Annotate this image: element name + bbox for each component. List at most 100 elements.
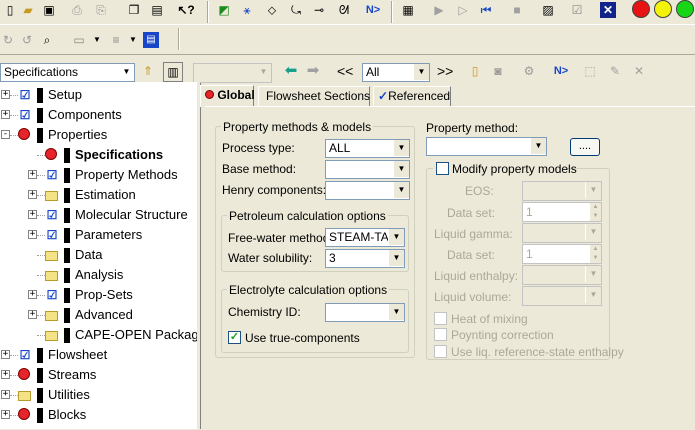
next-icon[interactable]: N> — [362, 2, 384, 18]
water-solubility-select[interactable]: 3 ▼ — [325, 249, 405, 268]
tree-item[interactable]: + ☑ Setup — [0, 85, 197, 105]
flowsheet-icon[interactable]: ⚹ — [239, 2, 255, 18]
tree-item[interactable]: CAPE-OPEN Package — [0, 325, 197, 345]
henry-components-select[interactable]: ▼ — [325, 181, 410, 200]
tree-item[interactable]: + ☑ Property Methods — [0, 165, 197, 185]
layout-icon[interactable]: ▭ — [71, 32, 87, 48]
exit-icon[interactable]: ✕ — [600, 2, 616, 18]
align-dropdown-icon[interactable]: ▼ — [125, 32, 141, 48]
spin-down-icon[interactable]: ▼ — [590, 212, 601, 221]
refresh-icon[interactable]: ↻ — [0, 32, 16, 48]
expand-icon[interactable]: + — [1, 90, 10, 99]
tree-item[interactable]: + Advanced — [0, 305, 197, 325]
collapse-icon[interactable]: - — [1, 130, 10, 139]
data-browser-icon[interactable]: ◩ — [216, 2, 232, 18]
navigation-tree[interactable]: + ☑ Setup + ☑ Components - Properties Specificat… — [0, 82, 197, 429]
cut-stream-icon[interactable]: ⬦ — [264, 2, 280, 18]
section-select[interactable]: ▼ — [193, 63, 272, 83]
tree-item[interactable]: - Properties — [0, 125, 197, 145]
eos-select[interactable]: ▼ — [522, 181, 602, 201]
tree-item[interactable]: + Utilities — [0, 385, 197, 405]
tree-item[interactable]: Analysis — [0, 265, 197, 285]
layout-dropdown-icon[interactable]: ▼ — [89, 32, 105, 48]
expand-icon[interactable]: + — [28, 290, 37, 299]
status-yellow-icon[interactable] — [654, 0, 672, 18]
expand-icon[interactable]: + — [1, 110, 10, 119]
open-icon[interactable]: ▰ — [20, 2, 36, 18]
undo-icon[interactable]: ↺ — [19, 32, 35, 48]
next-required-icon[interactable]: N> — [550, 63, 572, 79]
expand-icon[interactable]: + — [28, 310, 37, 319]
use-true-components-checkbox[interactable]: ✓ — [228, 331, 241, 344]
step-icon[interactable]: ▷ — [455, 2, 471, 18]
spin-up-icon[interactable]: ▲ — [590, 203, 601, 212]
stream-icon[interactable]: ⊸ — [311, 2, 327, 18]
liquid-volume-select[interactable]: ▼ — [522, 286, 602, 306]
status-green-icon[interactable] — [676, 0, 694, 18]
up-folder-icon[interactable]: ⇑ — [140, 63, 156, 79]
tree-item[interactable]: + Estimation — [0, 185, 197, 205]
expand-icon[interactable]: + — [1, 350, 10, 359]
table-icon[interactable]: ▤ — [143, 32, 159, 48]
free-water-select[interactable]: STEAM-TA ▼ — [325, 228, 405, 247]
paste-icon[interactable]: ▤ — [149, 2, 165, 18]
liquid-enthalpy-select[interactable]: ▼ — [522, 265, 602, 285]
run-icon[interactable]: ▶ — [431, 2, 447, 18]
tree-item[interactable]: + ☑ Prop-Sets — [0, 285, 197, 305]
filter-select[interactable]: All ▼ — [362, 63, 430, 82]
data-set-spinner[interactable]: 1 ▲ ▼ — [522, 202, 602, 222]
gear-icon[interactable]: ⚙ — [521, 63, 537, 79]
expand-icon[interactable]: + — [28, 170, 37, 179]
stop-icon[interactable]: ■ — [509, 2, 525, 18]
modify-property-models-checkbox[interactable] — [436, 162, 449, 175]
tab-referenced[interactable]: ✓Referenced — [373, 86, 451, 106]
base-method-select[interactable]: ▼ — [325, 160, 410, 179]
align-icon[interactable]: ≡ — [108, 32, 124, 48]
tree-item[interactable]: Specifications — [0, 145, 197, 165]
start-icon[interactable]: ⏮ — [478, 2, 494, 18]
form-select[interactable]: Specifications ▼ — [0, 63, 135, 82]
tree-item[interactable]: + ☑ Flowsheet — [0, 345, 197, 365]
tree-item[interactable]: + ☑ Molecular Structure — [0, 205, 197, 225]
expand-icon[interactable]: + — [1, 390, 10, 399]
tree-item[interactable]: + Streams — [0, 365, 197, 385]
expand-icon[interactable]: + — [1, 410, 10, 419]
status-red-icon[interactable] — [632, 0, 650, 18]
camera-icon[interactable]: ◙ — [490, 63, 506, 79]
process-type-select[interactable]: ALL ▼ — [325, 139, 410, 158]
print-icon[interactable]: ⎙ — [69, 2, 85, 18]
insert-icon[interactable]: ⤿ — [288, 2, 304, 18]
tree-item[interactable]: + Blocks — [0, 405, 197, 425]
previous-form-button[interactable]: << — [337, 63, 353, 79]
tree-item[interactable]: + ☑ Components — [0, 105, 197, 125]
ellipsis-button[interactable]: .... — [570, 138, 600, 156]
next-form-button[interactable]: >> — [437, 63, 453, 79]
expand-icon[interactable]: + — [28, 190, 37, 199]
expand-icon[interactable]: + — [28, 230, 37, 239]
heat-of-mixing-checkbox[interactable] — [434, 312, 447, 325]
find-icon[interactable]: ⌕ — [39, 32, 55, 48]
liquid-gamma-select[interactable]: ▼ — [522, 223, 602, 243]
tree-item[interactable]: + ☑ Parameters — [0, 225, 197, 245]
tab-flowsheet-sections[interactable]: Flowsheet Sections — [258, 86, 370, 106]
check-results-icon[interactable]: ☑ — [569, 2, 585, 18]
report-icon[interactable]: ▨ — [540, 2, 556, 18]
connect-icon[interactable]: ᘛ — [336, 2, 352, 18]
edit-icon[interactable]: ✎ — [607, 63, 623, 79]
control-panel-icon[interactable]: ▦ — [400, 2, 416, 18]
notes-icon[interactable]: ▯ — [467, 63, 483, 79]
expand-icon[interactable]: + — [1, 370, 10, 379]
spin-down-icon[interactable]: ▼ — [590, 254, 601, 263]
data-set-2-spinner[interactable]: 1 ▲ ▼ — [522, 244, 602, 264]
poynting-correction-checkbox[interactable] — [434, 328, 447, 341]
spin-up-icon[interactable]: ▲ — [590, 245, 601, 254]
property-method-select[interactable]: ▼ — [426, 137, 547, 156]
copy-icon[interactable]: ❐ — [126, 2, 142, 18]
expand-icon[interactable]: + — [28, 210, 37, 219]
tab-global[interactable]: Global — [200, 85, 255, 107]
forward-arrow-icon[interactable]: ➡ — [305, 63, 321, 79]
use-liq-reference-checkbox[interactable] — [434, 345, 447, 358]
save-icon[interactable]: ▣ — [41, 2, 57, 18]
print-preview-icon[interactable]: ⎘ — [93, 2, 109, 18]
copy-form-icon[interactable]: ⬚ — [582, 63, 598, 79]
